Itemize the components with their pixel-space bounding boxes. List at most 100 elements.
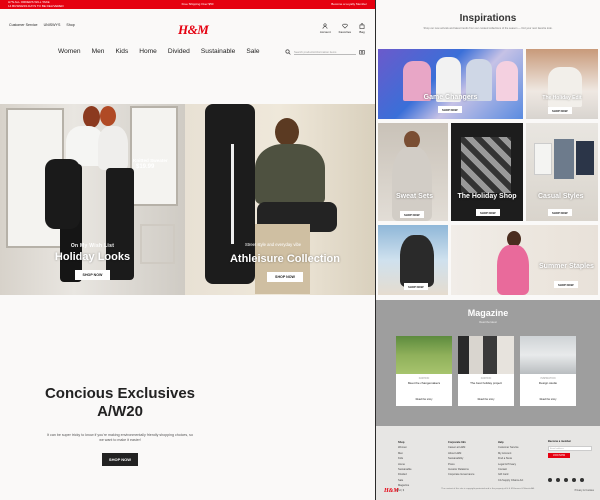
join-button[interactable]: JOIN NOW [548,453,570,458]
favorites-label: Favorites [338,30,351,34]
delivery-notice: H7N ALL ORDERS WILL TAKE 14 BUSINESS DAY… [8,1,64,8]
product-tag-price: $19.99 [136,164,155,170]
inspiration-tile-holiday-shop[interactable]: The Holiday Shop SHOP NOW [451,123,523,221]
shirt-graphic [554,139,574,179]
model-figure [400,235,434,287]
footer-column-corporate: Corporate Info Career at H&M About H&M S… [448,440,474,478]
magazine-card-link[interactable]: Read the story [520,398,576,401]
account-button[interactable]: Account [320,23,331,34]
tile-shop-button[interactable]: SHOP NOW [400,211,424,218]
main-nav: Women Men Kids Home Divided Sustainable … [58,48,260,55]
site-footer: Shop Women Men Kids Home Sustainable Div… [376,426,600,500]
tile-shop-button[interactable]: SHOP NOW [438,106,462,113]
tile-label: The Holiday Edit [542,95,582,101]
pinterest-icon[interactable] [572,478,576,482]
favorites-button[interactable]: Favorites [339,23,351,34]
instagram-icon[interactable] [548,478,552,482]
inspiration-tile-holiday-edit[interactable]: The Holiday Edit SHOP NOW [526,49,598,119]
tile-shop-button[interactable]: SHOP NOW [404,283,428,290]
tile-label: The Holiday Shop [457,193,517,200]
youtube-icon[interactable] [564,478,568,482]
footer-column-shop: Shop Women Men Kids Home Sustainable Div… [398,440,412,489]
unisws-link[interactable]: UNISWYS [44,23,61,27]
hero-holiday-image[interactable]: Knitted Sweater $19.99 On My Wish List H… [0,104,185,295]
account-label: Account [319,30,331,34]
nav-sustainable[interactable]: Sustainable [201,48,235,55]
track-stripe [231,144,234,244]
camera-icon[interactable] [359,49,365,55]
tile-label: Casual Styles [538,193,584,200]
account-icon [322,23,328,29]
tile-shop-button[interactable]: SHOP NOW [548,209,572,216]
twitter-icon[interactable] [556,478,560,482]
nav-men[interactable]: Men [92,48,105,55]
hero-holiday-shop-button[interactable]: SHOP NOW [74,270,111,280]
bag-icon [359,23,365,29]
magazine-card-kicker: INSPIRATION [540,377,556,380]
magazine-card-image [458,336,514,374]
socks-graphic [461,137,511,193]
free-shipping-link[interactable]: Free Shipping Over $50 [182,3,214,6]
conscious-shop-button[interactable]: SHOP NOW [101,453,139,466]
inspirations-pane: Inspirations Shop our new arrivals and l… [376,0,600,500]
nav-home[interactable]: Home [139,48,157,55]
inspiration-tile-casual-styles[interactable]: Casual Styles SHOP NOW [526,123,598,221]
magazine-card[interactable]: INSPIRATION Design studio Read the story [520,336,576,406]
footer-link[interactable]: Magazine [398,483,412,488]
nav-kids[interactable]: Kids [115,48,128,55]
footer-link[interactable]: CA Supply Chains Act [498,478,523,483]
tile-shop-button[interactable]: SHOP NOW [548,107,572,114]
hero-athleisure-title: Athleisure Collection [229,253,341,265]
model-figure [497,245,529,295]
facebook-icon[interactable] [580,478,584,482]
nav-women[interactable]: Women [58,48,81,55]
magazine-title: Magazine [467,308,509,318]
magazine-section: Magazine Read the latest FASHION Meet th… [376,300,600,426]
customer-service-link[interactable]: Customer Service [9,23,38,27]
magazine-card-link[interactable]: Read the story [458,398,514,401]
model-figure [392,147,432,221]
shirt-graphic [534,143,552,175]
magazine-card-image [396,336,452,374]
model-figure [548,67,582,107]
hero-athleisure-shop-button[interactable]: SHOP NOW [267,272,303,282]
tile-label: Game Changers [423,94,478,101]
search-icon[interactable] [285,49,291,55]
shop-link[interactable]: Shop [66,23,74,27]
social-icons [548,478,584,482]
inspiration-tile-sweat-sets[interactable]: Sweat Sets SHOP NOW [378,123,448,221]
hero-athleisure-image[interactable]: Street style and everyday vibe Athleisur… [185,104,375,295]
search-input[interactable]: Search products/information items [294,49,356,55]
magazine-card[interactable]: FASHION The best holiday project Read th… [458,336,514,406]
bag-button[interactable]: Bag [359,23,365,34]
conscious-title-line1: Concious Exclusives [44,385,196,402]
hm-logo[interactable]: H&M [178,22,209,38]
magazine-card-kicker: FASHION [418,377,430,380]
hero-athleisure-subtitle: Street style and everyday vibe [245,242,302,247]
inspiration-tile-game-changers[interactable]: Game Changers SHOP NOW [378,49,523,119]
locale-selector[interactable]: USA | $ [396,489,404,492]
tile-shop-button[interactable]: SHOP NOW [476,209,500,216]
magazine-card-link[interactable]: Read the story [396,398,452,401]
hero-holiday-subtitle: On My Wish List [70,243,115,249]
favorites-icon [342,23,348,29]
conscious-title-line2: A/W20 [97,403,143,420]
tile-label: Summer Staples [539,263,594,270]
inspirations-description: Shop our new arrivals and latest trends … [423,27,553,30]
inspiration-tile-summer-staples[interactable]: Summer Staples SHOP NOW [451,225,598,295]
model-head [275,118,299,146]
railing [140,224,175,264]
loyalty-link[interactable]: Become a Loyalty Member [331,3,367,6]
magazine-card[interactable]: FASHION Meet the changemakers Read the s… [396,336,452,406]
tile-label: Sweat Sets [396,193,433,200]
header-icons: Account Favorites Bag [320,23,365,34]
newsletter-email-input[interactable]: Email address [548,446,592,451]
tile-shop-button[interactable]: SHOP NOW [554,281,578,288]
nav-sale[interactable]: Sale [246,48,259,55]
inspiration-tile-beach[interactable]: SHOP NOW [378,225,448,295]
homepage-pane: H7N ALL ORDERS WILL TAKE 14 BUSINESS DAY… [0,0,375,500]
footer-link[interactable]: Corporate Governance [448,472,474,477]
privacy-link[interactable]: Privacy & Cookies [575,489,594,492]
hero-athleisure-text: Athleisure Collection SHOP NOW [215,251,355,283]
nav-divided[interactable]: Divided [168,48,190,55]
